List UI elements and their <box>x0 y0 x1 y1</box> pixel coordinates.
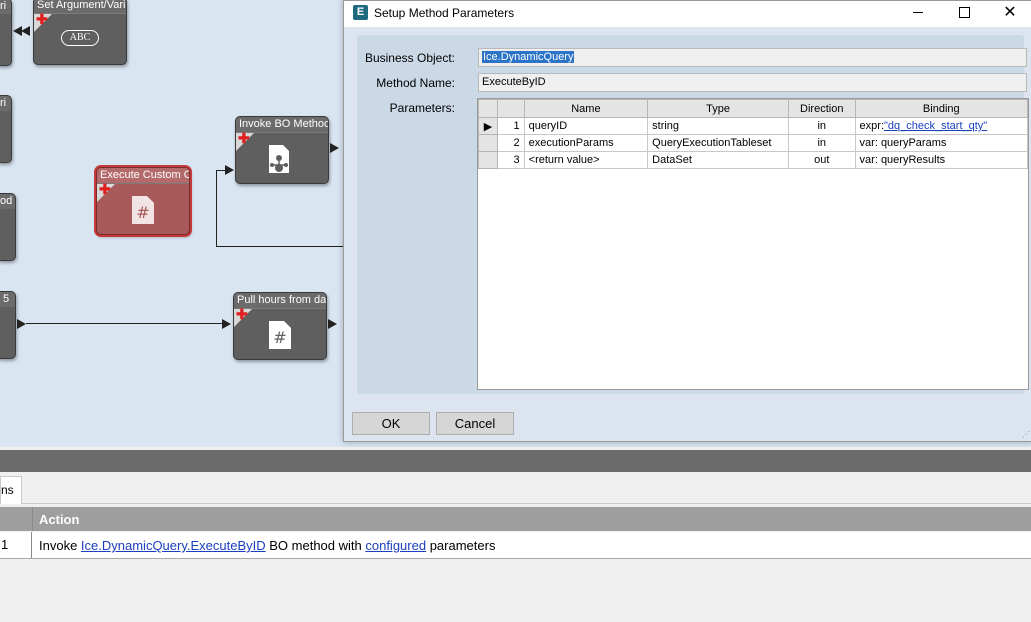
method-name-field[interactable]: ExecuteByID <box>478 73 1027 92</box>
resize-grip-icon[interactable]: ⋰ <box>1022 430 1030 439</box>
current-row-indicator-icon: ▶ <box>478 117 498 135</box>
param-binding[interactable]: var: queryResults <box>854 151 1029 169</box>
row-number: 3 <box>496 151 525 169</box>
svg-text:#: # <box>136 203 149 222</box>
actions-grid-header: Action <box>0 507 1031 531</box>
binding-expression-link[interactable]: "dq_check_start_qty" <box>884 120 987 132</box>
bo-method-link[interactable]: Ice.DynamicQuery.ExecuteByID <box>81 538 266 553</box>
add-icon[interactable]: ✚ <box>236 307 248 321</box>
param-direction[interactable]: in <box>787 117 856 135</box>
param-name[interactable]: executionParams <box>523 134 649 152</box>
row-header-corner <box>0 507 33 531</box>
table-row[interactable]: 3 <return value> DataSet out var: queryR… <box>478 151 1029 169</box>
workflow-node-partial[interactable]: ri <box>0 0 12 66</box>
code-file-icon: # <box>269 321 291 349</box>
invoke-bo-method-node[interactable]: Invoke BO Method ✚ <box>235 116 329 184</box>
execute-custom-code-node[interactable]: Execute Custom Co ✚ # <box>96 167 190 235</box>
binding-prefix: expr: <box>859 120 885 132</box>
setup-method-parameters-dialog: E Setup Method Parameters ✕ Business Obj… <box>343 0 1031 442</box>
dialog-body: Business Object: Ice.DynamicQuery Method… <box>344 27 1031 441</box>
action-description: Invoke Ice.DynamicQuery.ExecuteByID BO m… <box>39 538 495 553</box>
column-header-action[interactable]: Action <box>39 512 79 527</box>
action-text: parameters <box>426 538 496 553</box>
row-header <box>478 151 498 169</box>
table-row[interactable]: 1 Invoke Ice.DynamicQuery.ExecuteByID BO… <box>0 532 1031 559</box>
connector-arrow <box>225 165 234 175</box>
param-name[interactable]: queryID <box>523 117 649 135</box>
dialog-titlebar[interactable]: E Setup Method Parameters ✕ <box>344 1 1031 25</box>
table-row[interactable]: 2 executionParams QueryExecutionTableset… <box>478 134 1029 152</box>
app-logo-icon: E <box>353 5 368 20</box>
pull-hours-node[interactable]: Pull hours from da ✚ # <box>233 292 327 360</box>
connector-line <box>216 170 217 246</box>
connector-arrow <box>330 143 339 153</box>
node-title: od <box>0 194 15 209</box>
panel-splitter[interactable] <box>0 450 1031 472</box>
param-type[interactable]: string <box>647 117 789 135</box>
minimize-button[interactable] <box>895 1 941 25</box>
add-icon[interactable]: ✚ <box>99 182 111 196</box>
column-header-type[interactable]: Type <box>647 99 789 118</box>
column-header-binding[interactable]: Binding <box>854 99 1029 118</box>
maximize-button[interactable] <box>941 1 987 25</box>
node-title: 5 <box>0 292 15 307</box>
connector-arrow <box>222 319 231 329</box>
connector-arrow <box>328 319 337 329</box>
text-badge-icon: ABC <box>61 30 99 46</box>
connector-line <box>26 323 223 324</box>
workflow-node-partial[interactable]: 5 <box>0 291 16 359</box>
node-title: ri <box>0 0 11 14</box>
param-name[interactable]: <return value> <box>523 151 649 169</box>
row-header <box>478 134 498 152</box>
business-object-label: Business Object: <box>364 51 455 65</box>
tab-actions[interactable]: ns <box>0 476 22 504</box>
maximize-icon <box>958 7 970 19</box>
business-object-field[interactable]: Ice.DynamicQuery <box>478 48 1027 67</box>
method-name-label: Method Name: <box>376 76 455 90</box>
parameters-table: Name Type Direction Binding ▶ 1 queryID … <box>478 99 1029 169</box>
param-direction[interactable]: in <box>787 134 856 152</box>
node-title: ri <box>0 96 11 111</box>
connector-arrow <box>17 319 26 329</box>
param-direction[interactable]: out <box>787 151 856 169</box>
connector-arrow <box>21 26 30 36</box>
workflow-node-partial[interactable]: ri <box>0 95 12 163</box>
column-header-name[interactable]: Name <box>523 99 649 118</box>
configured-parameters-link[interactable]: configured <box>365 538 426 553</box>
column-header-num <box>496 99 525 118</box>
param-type[interactable]: DataSet <box>647 151 789 169</box>
parameters-grid[interactable]: Name Type Direction Binding ▶ 1 queryID … <box>477 98 1029 390</box>
param-binding[interactable]: expr:"dq_check_start_qty" <box>854 117 1029 135</box>
row-number: 1 <box>496 117 525 135</box>
ok-button[interactable]: OK <box>352 412 430 435</box>
cancel-button[interactable]: Cancel <box>436 412 514 435</box>
row-number: 2 <box>496 134 525 152</box>
close-icon: ✕ <box>1003 4 1017 21</box>
action-text: BO method with <box>265 538 366 553</box>
add-icon[interactable]: ✚ <box>238 131 250 145</box>
bottom-tab-strip: ns <box>0 472 1031 504</box>
add-icon[interactable]: ✚ <box>36 12 48 26</box>
workflow-node-partial[interactable]: od <box>0 193 16 261</box>
column-header-direction[interactable]: Direction <box>787 99 856 118</box>
table-row[interactable]: ▶ 1 queryID string in expr:"dq_check_sta… <box>478 117 1029 135</box>
set-argument-node[interactable]: Set Argument/Vari ✚ ABC <box>33 0 127 65</box>
param-type[interactable]: QueryExecutionTableset <box>647 134 789 152</box>
row-header-corner <box>478 99 498 118</box>
connector-line <box>216 246 343 247</box>
row-number: 1 <box>0 532 32 558</box>
parameters-label: Parameters: <box>389 101 455 115</box>
business-object-value: Ice.DynamicQuery <box>482 51 575 63</box>
code-file-icon: # <box>132 196 154 224</box>
table-header-row: Name Type Direction Binding <box>478 99 1029 118</box>
action-text: Invoke <box>39 538 81 553</box>
param-binding[interactable]: var: queryParams <box>854 134 1029 152</box>
close-button[interactable]: ✕ <box>987 1 1031 25</box>
minimize-icon <box>913 12 923 14</box>
bo-method-icon <box>269 145 289 173</box>
svg-text:#: # <box>273 328 286 347</box>
dialog-title: Setup Method Parameters <box>374 6 515 20</box>
parameters-panel: Business Object: Ice.DynamicQuery Method… <box>357 35 1029 394</box>
